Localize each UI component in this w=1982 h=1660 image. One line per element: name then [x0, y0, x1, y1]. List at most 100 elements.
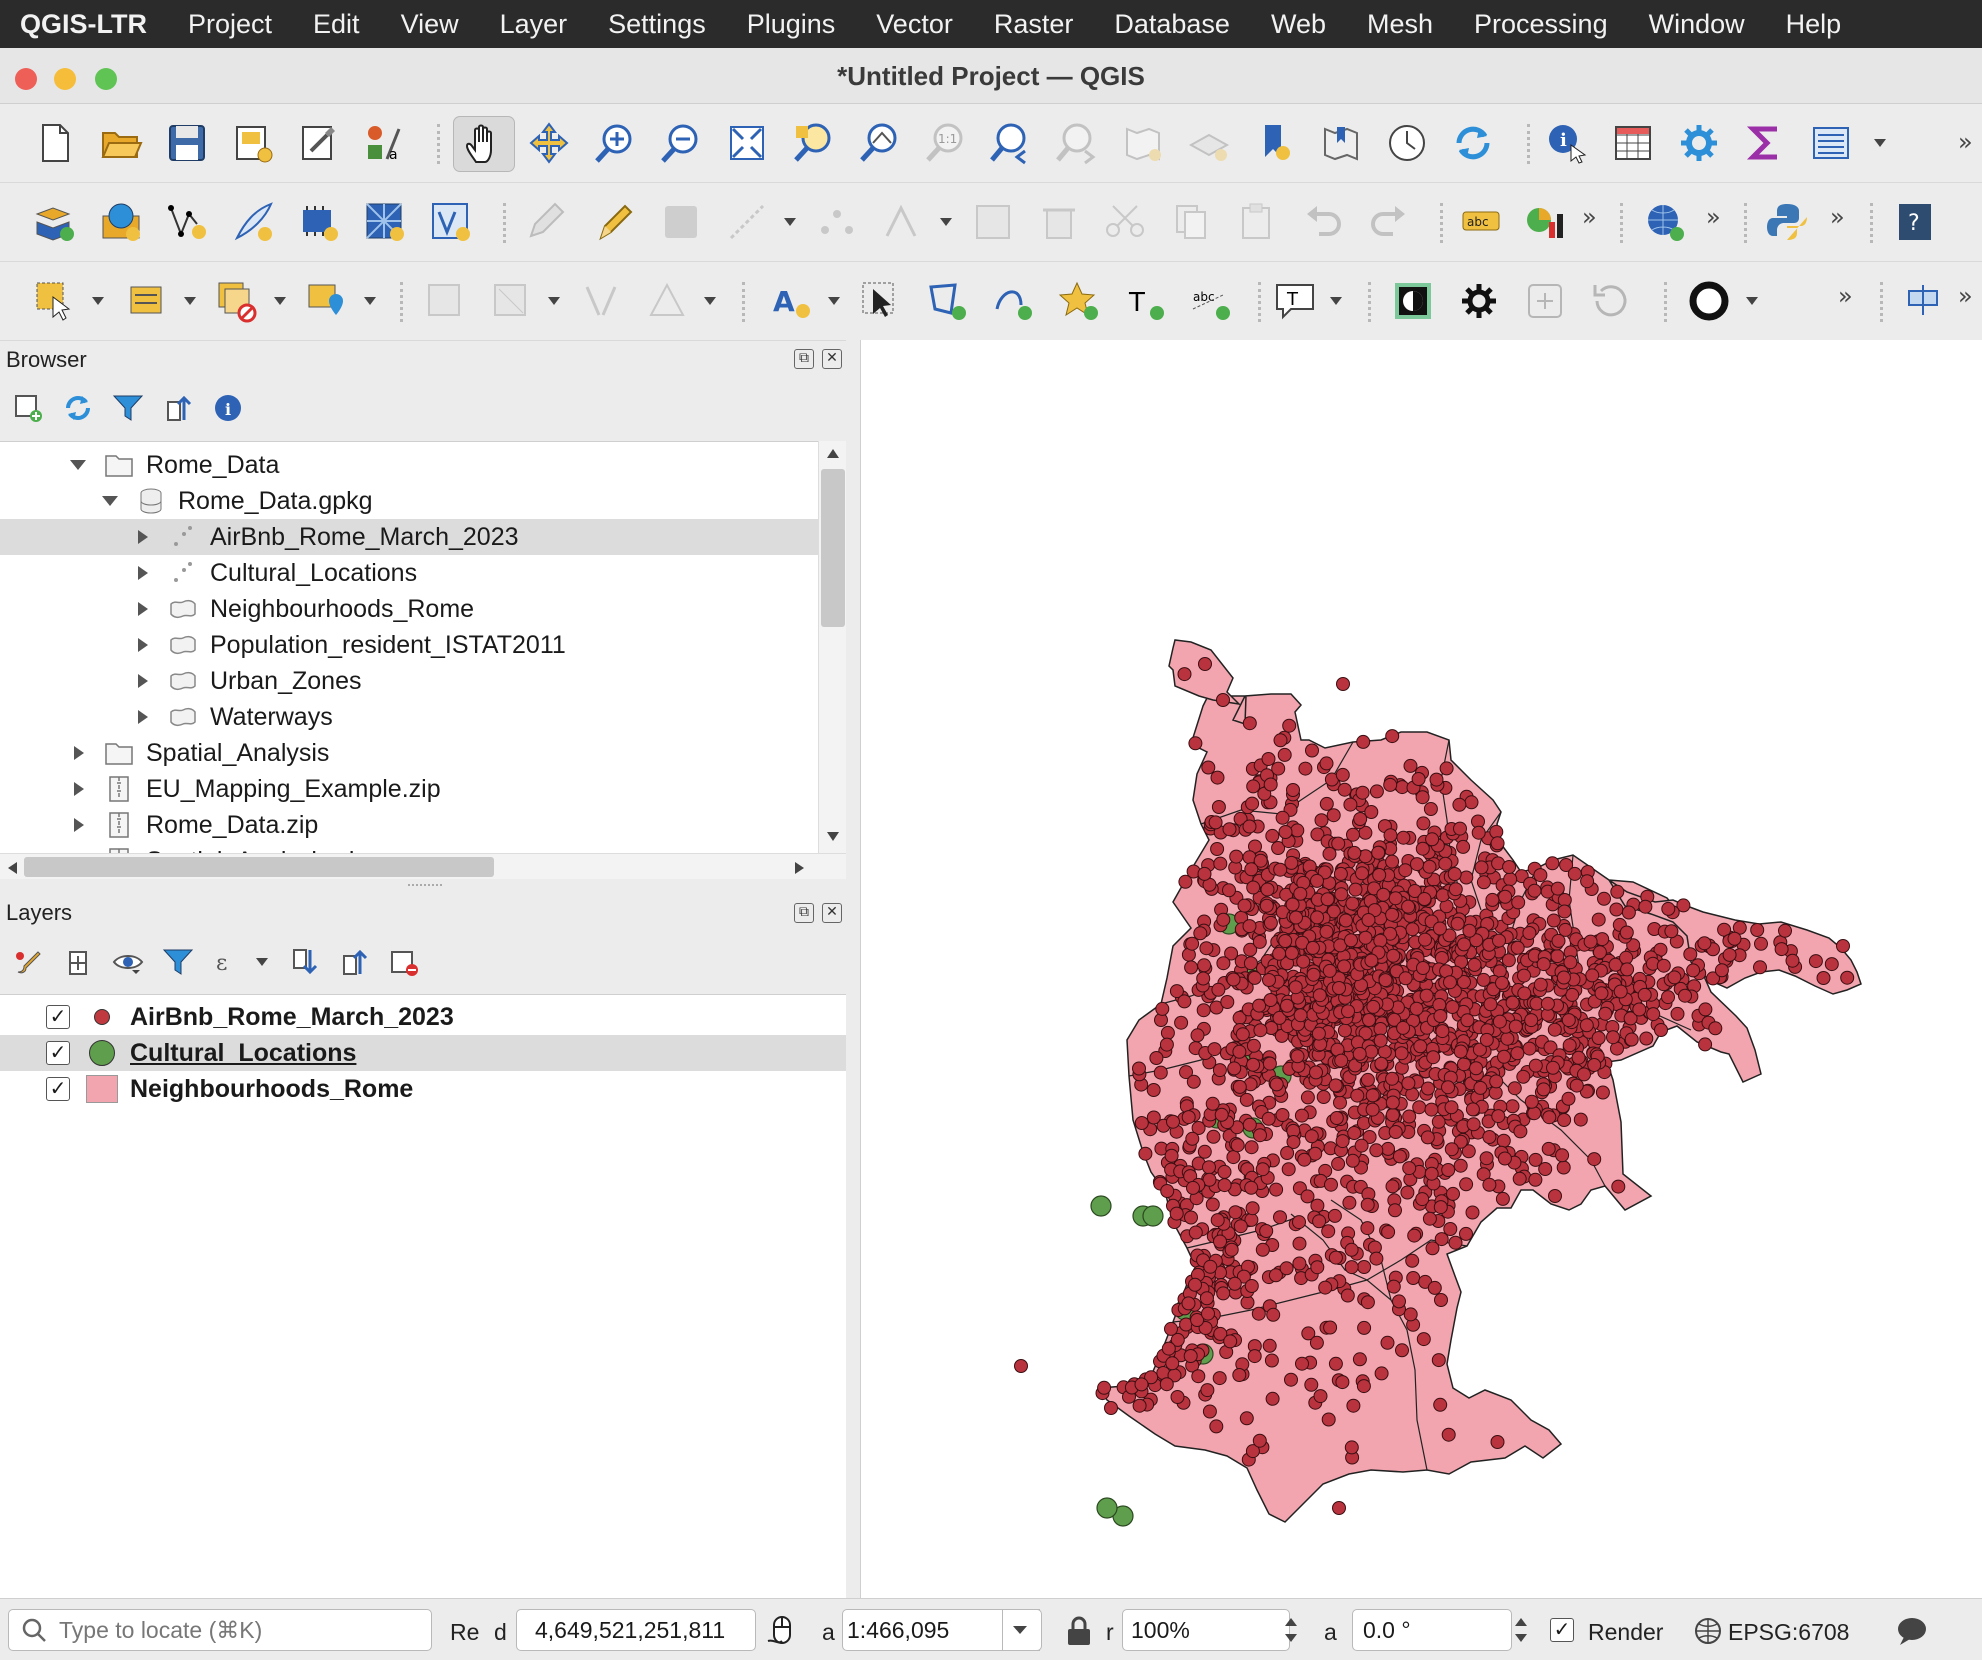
menu-window[interactable]: Window	[1649, 9, 1745, 40]
pan-map-button[interactable]	[453, 116, 515, 172]
modify-attributes-table-button[interactable]	[968, 195, 1018, 249]
filter-by-expression-button[interactable]: ε	[210, 944, 246, 980]
collapse-all-layers-button[interactable]	[336, 944, 372, 980]
pan-to-selection-button[interactable]	[524, 116, 574, 170]
label-tool-button[interactable]: A	[766, 274, 816, 328]
vertex-tool-button[interactable]	[812, 195, 862, 249]
zoom-last-button[interactable]	[986, 116, 1036, 170]
crs-label[interactable]: EPSG:6708	[1728, 1619, 1849, 1646]
advanced-digitize-dropdown[interactable]	[546, 274, 562, 328]
toolbar-grip[interactable]	[1620, 203, 1624, 243]
data-source-manager-button[interactable]	[30, 195, 80, 249]
horizontal-scroll-thumb[interactable]	[24, 857, 494, 877]
paste-features-button[interactable]	[1232, 195, 1282, 249]
digitize-dropdown[interactable]	[782, 195, 798, 249]
menu-settings[interactable]: Settings	[608, 9, 706, 40]
zoom-out-button[interactable]	[656, 116, 706, 170]
toolbar-grip[interactable]	[1744, 203, 1748, 243]
collapse-arrow-icon[interactable]	[74, 782, 84, 796]
toolbar-grip[interactable]	[1880, 282, 1884, 322]
layer-visibility-checkbox[interactable]: ✓	[46, 1041, 70, 1065]
filter-browser-button[interactable]	[110, 390, 146, 426]
menu-view[interactable]: View	[401, 9, 459, 40]
collapse-arrow-icon[interactable]	[138, 674, 148, 688]
save-layer-edits-button[interactable]	[656, 195, 706, 249]
collapse-arrow-icon[interactable]	[74, 818, 84, 832]
menu-layer[interactable]: Layer	[500, 9, 568, 40]
browser-item[interactable]: Cultural_Locations	[0, 555, 822, 591]
open-project-button[interactable]	[96, 116, 146, 170]
collapse-arrow-icon[interactable]	[138, 710, 148, 724]
browser-item[interactable]: Waterways	[0, 699, 822, 735]
new-3d-map-view-button[interactable]	[1184, 116, 1234, 170]
toolbar-overflow-icon[interactable]: »	[1830, 203, 1845, 231]
toolbar-grip[interactable]	[503, 203, 507, 243]
float-panel-button[interactable]: ⧉	[794, 349, 814, 369]
browser-item[interactable]: Rome_Data.gpkg	[0, 483, 822, 519]
expand-arrow-icon[interactable]	[102, 496, 118, 506]
style-manager-button[interactable]: a	[360, 116, 410, 170]
new-project-button[interactable]	[30, 116, 80, 170]
collapse-arrow-icon[interactable]	[138, 530, 148, 544]
browser-horizontal-scrollbar[interactable]	[0, 853, 846, 879]
map-canvas[interactable]	[860, 340, 1982, 1598]
zoom-in-button[interactable]	[590, 116, 640, 170]
delete-selected-button[interactable]	[1034, 195, 1084, 249]
toolbar-overflow-icon[interactable]: »	[1958, 128, 1973, 156]
rotation-stepper[interactable]	[1510, 1609, 1532, 1651]
python-console-button[interactable]	[1762, 195, 1812, 249]
browser-item[interactable]: EU_Mapping_Example.zip	[0, 771, 822, 807]
lock-scale-button[interactable]	[1064, 1615, 1094, 1647]
diagram-properties-button[interactable]	[1518, 195, 1568, 249]
collapse-all-button[interactable]	[160, 390, 196, 426]
render-checkbox[interactable]: ✓	[1550, 1618, 1574, 1642]
vertical-scroll-thumb[interactable]	[821, 469, 845, 627]
save-project-button[interactable]	[162, 116, 212, 170]
text-annotation-tool-button[interactable]: T	[1270, 274, 1320, 328]
browser-item[interactable]: Spatial_Analysis	[0, 735, 822, 771]
layer-item[interactable]: ✓ Neighbourhoods_Rome	[0, 1071, 846, 1107]
browser-item[interactable]: Rome_Data	[0, 447, 822, 483]
browser-item[interactable]: Neighbourhoods_Rome	[0, 591, 822, 627]
advanced-digitize-button[interactable]	[486, 274, 536, 328]
toolbar-grip[interactable]	[1258, 282, 1262, 322]
toolbar-overflow-icon[interactable]: »	[1838, 282, 1853, 310]
reshape-button[interactable]	[420, 274, 470, 328]
close-panel-button[interactable]: ✕	[822, 903, 842, 923]
refresh-browser-button[interactable]	[60, 390, 96, 426]
modify-attributes-button[interactable]	[878, 195, 928, 249]
expression-dropdown[interactable]	[254, 935, 270, 989]
layer-labeling-button[interactable]: abc	[1456, 195, 1506, 249]
identify-features-button[interactable]: i	[1542, 116, 1592, 170]
add-raster-layer-button[interactable]	[294, 195, 344, 249]
menu-mesh[interactable]: Mesh	[1367, 9, 1433, 40]
coordinate-field[interactable]: 4,649,521,251,811	[516, 1609, 756, 1651]
dock-widget-button[interactable]	[1898, 274, 1948, 328]
dock-splitter[interactable]	[846, 340, 860, 1598]
show-map-tips-button[interactable]	[1806, 116, 1856, 170]
collapse-arrow-icon[interactable]	[74, 746, 84, 760]
toolbar-grip[interactable]	[1368, 282, 1372, 322]
toolbar-overflow-icon[interactable]: »	[1582, 203, 1597, 231]
expand-all-button[interactable]	[286, 944, 322, 980]
toolbar-grip[interactable]	[742, 282, 746, 322]
layer-visibility-checkbox[interactable]: ✓	[46, 1005, 70, 1029]
toggle-editing-button[interactable]	[590, 195, 640, 249]
open-attribute-table-button[interactable]	[1608, 116, 1658, 170]
layer-item[interactable]: ✓ Cultural_Locations	[0, 1035, 846, 1071]
browser-item[interactable]: Spatial_Analysis.zip	[0, 843, 822, 853]
help-button[interactable]: ?	[1890, 195, 1940, 249]
browser-item[interactable]: Population_resident_ISTAT2011	[0, 627, 822, 663]
redo-button[interactable]	[1364, 195, 1414, 249]
add-frame-button[interactable]	[1520, 274, 1570, 328]
add-wms-layer-button[interactable]	[96, 195, 146, 249]
new-bookmark-button[interactable]	[1250, 116, 1300, 170]
scale-dropdown[interactable]	[1002, 1609, 1042, 1651]
close-panel-button[interactable]: ✕	[822, 349, 842, 369]
remove-layer-button[interactable]	[386, 944, 422, 980]
digitize-line-button[interactable]	[722, 195, 772, 249]
toolbar-grip[interactable]	[437, 124, 441, 164]
zoom-to-layer-button[interactable]	[854, 116, 904, 170]
statistical-summary-button[interactable]	[1740, 116, 1790, 170]
temporal-controller-button[interactable]	[1382, 116, 1432, 170]
